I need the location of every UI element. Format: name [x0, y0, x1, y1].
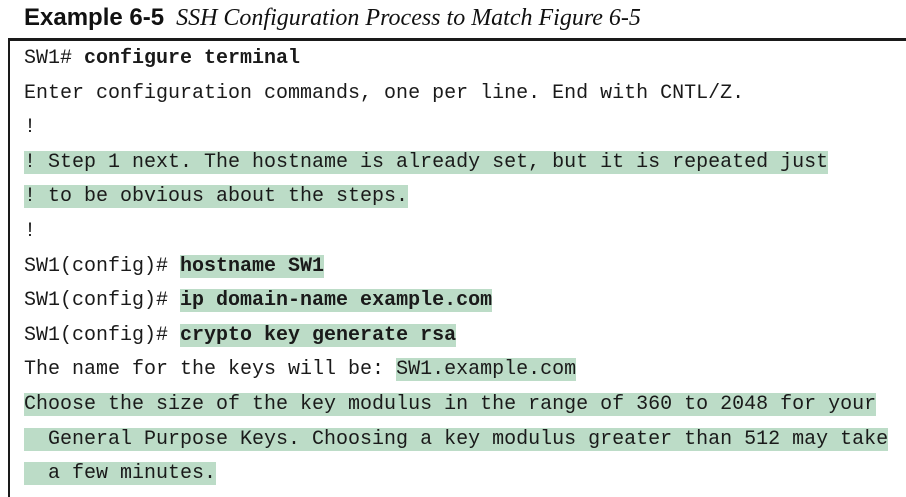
- highlighted-comment: ! Step 1 next. The hostname is already s…: [24, 150, 829, 174]
- highlighted-value: SW1.example.com: [396, 358, 577, 382]
- code-line: Enter configuration commands, one per li…: [24, 77, 888, 112]
- code-line: SW1(config)# crypto key generate rsa: [24, 319, 888, 354]
- highlighted-output: Choose the size of the key modulus in th…: [24, 392, 877, 416]
- highlighted-command: crypto key generate rsa: [180, 323, 457, 347]
- output-text: Enter configuration commands, one per li…: [24, 81, 745, 105]
- example-label: Example 6-5: [24, 4, 165, 31]
- code-line: SW1(config)# ip domain-name example.com: [24, 284, 888, 319]
- cli-prompt: SW1#: [24, 47, 85, 70]
- left-rule: [8, 38, 10, 497]
- highlighted-comment: ! to be obvious about the steps.: [24, 185, 409, 209]
- example-heading: Example 6-5 SSH Configuration Process to…: [24, 0, 641, 36]
- code-listing: SW1# configure terminal Enter configurat…: [24, 42, 889, 492]
- code-line: General Purpose Keys. Choosing a key mod…: [24, 423, 889, 458]
- output-text: The name for the keys will be:: [24, 358, 397, 382]
- cli-command: configure terminal: [84, 47, 301, 70]
- cli-prompt: SW1(config)#: [24, 323, 181, 347]
- highlighted-output: a few minutes.: [24, 462, 217, 486]
- code-line: SW1# configure terminal: [24, 42, 888, 77]
- code-line: a few minutes.: [24, 457, 888, 492]
- highlighted-command: ip domain-name example.com: [180, 289, 493, 313]
- comment-text: !: [24, 116, 37, 140]
- code-line: The name for the keys will be: SW1.examp…: [24, 353, 888, 388]
- code-line: !: [24, 215, 888, 250]
- example-title: SSH Configuration Process to Match Figur…: [176, 4, 641, 31]
- top-rule: [8, 38, 906, 41]
- code-line: Choose the size of the key modulus in th…: [24, 388, 888, 423]
- comment-text: !: [24, 219, 37, 243]
- code-line: ! to be obvious about the steps.: [24, 180, 888, 215]
- code-line: !: [24, 111, 888, 146]
- cli-prompt: SW1(config)#: [24, 289, 181, 313]
- code-line: SW1(config)# hostname SW1: [24, 250, 888, 285]
- highlighted-command: hostname SW1: [180, 254, 325, 278]
- highlighted-output: General Purpose Keys. Choosing a key mod…: [24, 427, 889, 451]
- code-line: ! Step 1 next. The hostname is already s…: [24, 146, 888, 181]
- cli-prompt: SW1(config)#: [24, 254, 181, 278]
